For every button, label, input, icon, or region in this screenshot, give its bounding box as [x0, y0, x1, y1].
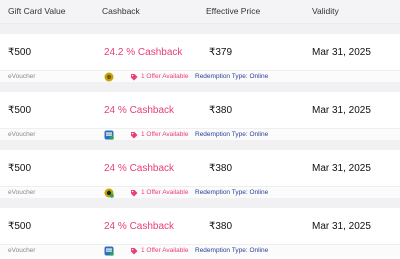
cashback-label: 24 % Cashback — [104, 221, 175, 232]
validity-date: Mar 31, 2025 — [312, 105, 371, 116]
offers-available-link[interactable]: 1 Offer Available — [141, 189, 188, 196]
gift-card-value: ₹500 — [8, 163, 32, 174]
gift-card-value: ₹500 — [8, 47, 32, 58]
gift-card-row[interactable]: ₹500 24 % Cashback ₹380 Mar 31, 2025 eVo… — [0, 208, 400, 257]
gift-card-row[interactable]: ₹500 24 % Cashback ₹380 Mar 31, 2025 eVo… — [0, 150, 400, 199]
tag-icon — [131, 190, 138, 197]
effective-price: ₹380 — [209, 163, 233, 174]
table-header: Gift Card Value Cashback Effective Price… — [0, 0, 400, 24]
blue-brand-icon — [104, 246, 114, 256]
tag-icon — [131, 248, 138, 255]
effective-price: ₹380 — [209, 105, 233, 116]
offers-available-link[interactable]: 1 Offer Available — [141, 247, 188, 254]
validity-date: Mar 31, 2025 — [312, 163, 371, 174]
gift-card-row[interactable]: ₹500 24 % Cashback ₹380 Mar 31, 2025 eVo… — [0, 92, 400, 141]
voucher-type: eVoucher — [8, 189, 36, 196]
yellow-brand-icon — [104, 188, 114, 198]
offers-available-link[interactable]: 1 Offer Available — [141, 73, 188, 80]
header-validity: Validity — [312, 6, 339, 16]
effective-price: ₹379 — [209, 47, 233, 58]
gift-card-row[interactable]: ₹500 24.2 % Cashback ₹379 Mar 31, 2025 e… — [0, 34, 400, 83]
divider — [0, 198, 400, 208]
gift-card-value: ₹500 — [8, 221, 32, 232]
divider — [0, 140, 400, 150]
blue-brand-icon — [104, 130, 114, 140]
tag-icon — [131, 132, 138, 139]
gift-card-value: ₹500 — [8, 105, 32, 116]
voucher-type: eVoucher — [8, 247, 36, 254]
redemption-type: Redemption Type: Online — [195, 73, 269, 80]
redemption-type: Redemption Type: Online — [195, 189, 269, 196]
redemption-type: Redemption Type: Online — [195, 131, 269, 138]
offers-available-link[interactable]: 1 Offer Available — [141, 131, 188, 138]
effective-price: ₹380 — [209, 221, 233, 232]
redemption-type: Redemption Type: Online — [195, 247, 269, 254]
validity-date: Mar 31, 2025 — [312, 221, 371, 232]
divider — [0, 82, 400, 92]
header-effective-price: Effective Price — [206, 6, 261, 16]
validity-date: Mar 31, 2025 — [312, 47, 371, 58]
yellow-brand-icon — [104, 72, 114, 82]
cashback-label: 24 % Cashback — [104, 163, 175, 174]
tag-icon — [131, 74, 138, 81]
header-gift-card-value: Gift Card Value — [8, 6, 66, 16]
header-cashback: Cashback — [102, 6, 140, 16]
voucher-type: eVoucher — [8, 131, 36, 138]
voucher-type: eVoucher — [8, 73, 36, 80]
cashback-label: 24.2 % Cashback — [104, 47, 183, 58]
cashback-label: 24 % Cashback — [104, 105, 175, 116]
divider — [0, 24, 400, 34]
